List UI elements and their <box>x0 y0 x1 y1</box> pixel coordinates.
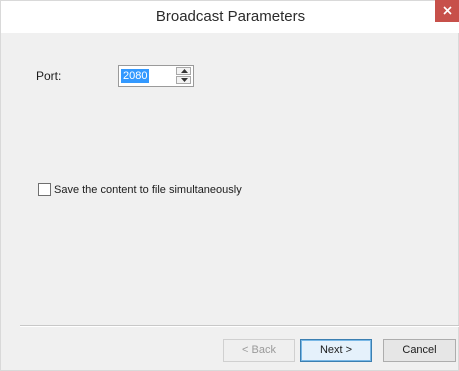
stepper-down-button[interactable] <box>176 76 191 84</box>
port-stepper[interactable] <box>175 66 193 86</box>
footer-divider <box>20 325 459 327</box>
save-content-checkbox[interactable] <box>38 183 51 196</box>
save-content-label[interactable]: Save the content to file simultaneously <box>54 182 242 198</box>
port-value[interactable]: 2080 <box>121 69 150 83</box>
next-button[interactable]: Next > <box>300 339 372 362</box>
stepper-up-button[interactable] <box>176 67 191 75</box>
title-bar: Broadcast Parameters <box>1 0 459 33</box>
cancel-button[interactable]: Cancel <box>383 339 456 362</box>
window-title: Broadcast Parameters <box>155 8 306 25</box>
arrow-down-icon <box>181 78 188 82</box>
back-button[interactable]: < Back <box>223 339 295 362</box>
port-input[interactable]: 2080 <box>118 65 194 87</box>
port-label: Port: <box>36 69 62 83</box>
dialog-window: Broadcast Parameters Port: 2080 Save the <box>0 0 459 371</box>
close-button[interactable] <box>435 0 459 22</box>
close-icon <box>443 6 452 15</box>
arrow-up-icon <box>181 69 188 73</box>
